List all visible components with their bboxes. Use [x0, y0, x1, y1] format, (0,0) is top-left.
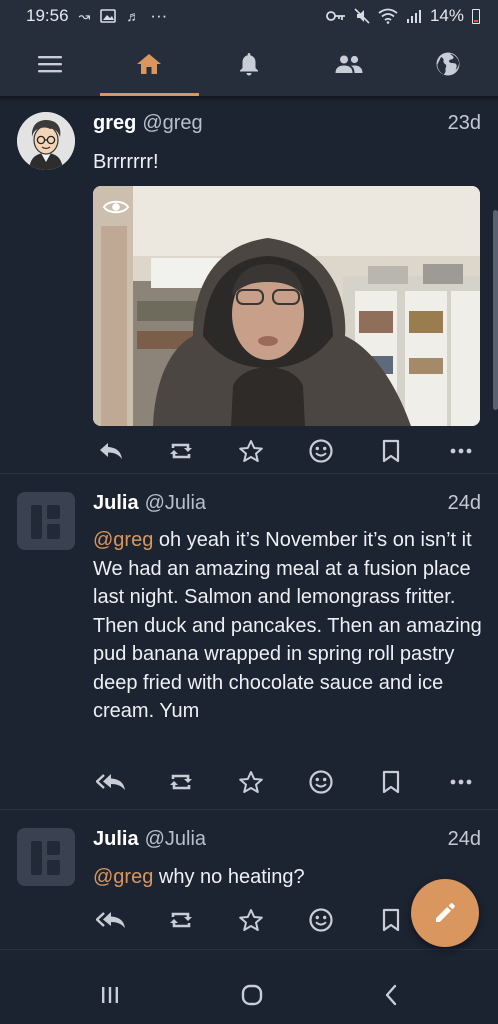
status-time: 19:56: [26, 6, 69, 25]
smiley-icon: [309, 770, 333, 794]
post-header: greg @greg 23d: [93, 112, 481, 135]
boost-button[interactable]: [163, 764, 199, 800]
boost-icon: [170, 774, 192, 790]
boost-button[interactable]: [163, 902, 199, 938]
back-icon[interactable]: [384, 984, 398, 1006]
home-icon: [137, 54, 162, 74]
emoji-reaction-button[interactable]: [303, 433, 339, 469]
reply-all-button[interactable]: [93, 764, 129, 800]
image-notification-icon: [100, 9, 117, 23]
display-name[interactable]: greg: [93, 112, 136, 135]
star-icon: [239, 439, 263, 462]
avatar[interactable]: [17, 112, 75, 170]
display-name[interactable]: Julia: [93, 492, 139, 515]
post-text-first: why no heating?: [153, 866, 305, 888]
timeline[interactable]: greg @greg 23d Brrrrrrr! Julia @Julia 24…: [0, 96, 498, 964]
boost-icon: [170, 443, 192, 459]
status-post[interactable]: greg @greg 23d Brrrrrrr!: [0, 96, 498, 474]
reply-all-button[interactable]: [93, 902, 129, 938]
call-forward-icon: ↝: [78, 7, 91, 24]
default-avatar-icon: [17, 828, 75, 886]
battery-icon: [472, 8, 480, 24]
reply-button[interactable]: [93, 433, 129, 469]
emoji-reaction-button[interactable]: [303, 902, 339, 938]
status-post[interactable]: Julia @Julia 24d @greg oh yeah it’s Nove…: [0, 474, 498, 810]
bookmark-button[interactable]: [373, 902, 409, 938]
bookmark-button[interactable]: [373, 764, 409, 800]
hamburger-menu-icon: [37, 56, 62, 73]
post-header: Julia @Julia 24d: [93, 828, 481, 851]
star-icon: [239, 908, 263, 931]
status-bar: 19:56 ↝ ♬ ··· 14%: [0, 0, 498, 32]
bookmark-icon: [382, 439, 400, 463]
mention-link[interactable]: @greg: [93, 529, 153, 551]
mute-icon: [354, 8, 370, 24]
favourite-button[interactable]: [233, 433, 269, 469]
menu-button[interactable]: [0, 32, 100, 96]
battery-percent: 14%: [429, 6, 464, 25]
post-text-first: oh yeah it’s November it’s on isn’t it: [153, 529, 472, 551]
display-name[interactable]: Julia: [93, 828, 139, 851]
eye-icon[interactable]: [103, 198, 129, 216]
boost-icon: [170, 912, 192, 928]
music-icon: ♬: [126, 8, 141, 24]
more-dots-icon: [450, 448, 472, 454]
avatar[interactable]: [17, 492, 75, 550]
globe-icon: [436, 52, 460, 76]
post-content: @greg oh yeah it’s November it’s on isn’…: [93, 526, 482, 726]
post-header: Julia @Julia 24d: [93, 492, 481, 515]
home-button-icon[interactable]: [241, 984, 263, 1006]
smiley-icon: [309, 908, 333, 932]
favourite-button[interactable]: [233, 902, 269, 938]
boost-button[interactable]: [163, 433, 199, 469]
attached-photo: [93, 186, 480, 426]
wifi-icon: [378, 8, 398, 24]
people-icon: [335, 55, 363, 73]
tab-federated[interactable]: [398, 32, 498, 96]
reply-all-icon: [96, 912, 125, 928]
username[interactable]: @greg: [142, 112, 447, 135]
system-navigation-bar: [0, 966, 498, 1024]
bookmark-icon: [382, 770, 400, 794]
compose-button[interactable]: [411, 879, 479, 947]
tab-local[interactable]: [299, 32, 399, 96]
more-options-button[interactable]: [443, 764, 479, 800]
timestamp[interactable]: 24d: [448, 828, 481, 851]
timestamp[interactable]: 23d: [448, 112, 481, 135]
more-dots-icon: [450, 779, 472, 785]
post-content: Brrrrrrr!: [93, 151, 159, 173]
media-attachment[interactable]: [93, 186, 480, 426]
star-icon: [239, 770, 263, 793]
post-text-rest: We had an amazing meal at a fusion place…: [93, 557, 482, 723]
recent-apps-icon[interactable]: [100, 986, 120, 1004]
more-options-button[interactable]: [443, 433, 479, 469]
status-more: ···: [150, 6, 168, 25]
post-actions: [93, 764, 479, 800]
mention-link[interactable]: @greg: [93, 866, 153, 888]
post-actions: [93, 433, 479, 469]
key-icon: [326, 11, 345, 21]
bookmark-button[interactable]: [373, 433, 409, 469]
reply-icon: [100, 443, 122, 459]
pencil-icon: [436, 903, 455, 922]
tab-home[interactable]: [99, 32, 200, 96]
top-navigation: [0, 32, 498, 96]
default-avatar-icon: [17, 492, 75, 550]
tab-notifications[interactable]: [199, 32, 299, 96]
username[interactable]: @Julia: [145, 828, 448, 851]
bell-icon: [239, 53, 258, 76]
username[interactable]: @Julia: [145, 492, 448, 515]
emoji-reaction-button[interactable]: [303, 764, 339, 800]
reply-all-icon: [96, 774, 125, 790]
smiley-icon: [309, 439, 333, 463]
timestamp[interactable]: 24d: [448, 492, 481, 515]
signal-icon: [406, 10, 421, 23]
favourite-button[interactable]: [233, 764, 269, 800]
bookmark-icon: [382, 908, 400, 932]
avatar[interactable]: [17, 828, 75, 886]
avatar-image: [17, 112, 75, 170]
scrollbar[interactable]: [493, 210, 498, 410]
